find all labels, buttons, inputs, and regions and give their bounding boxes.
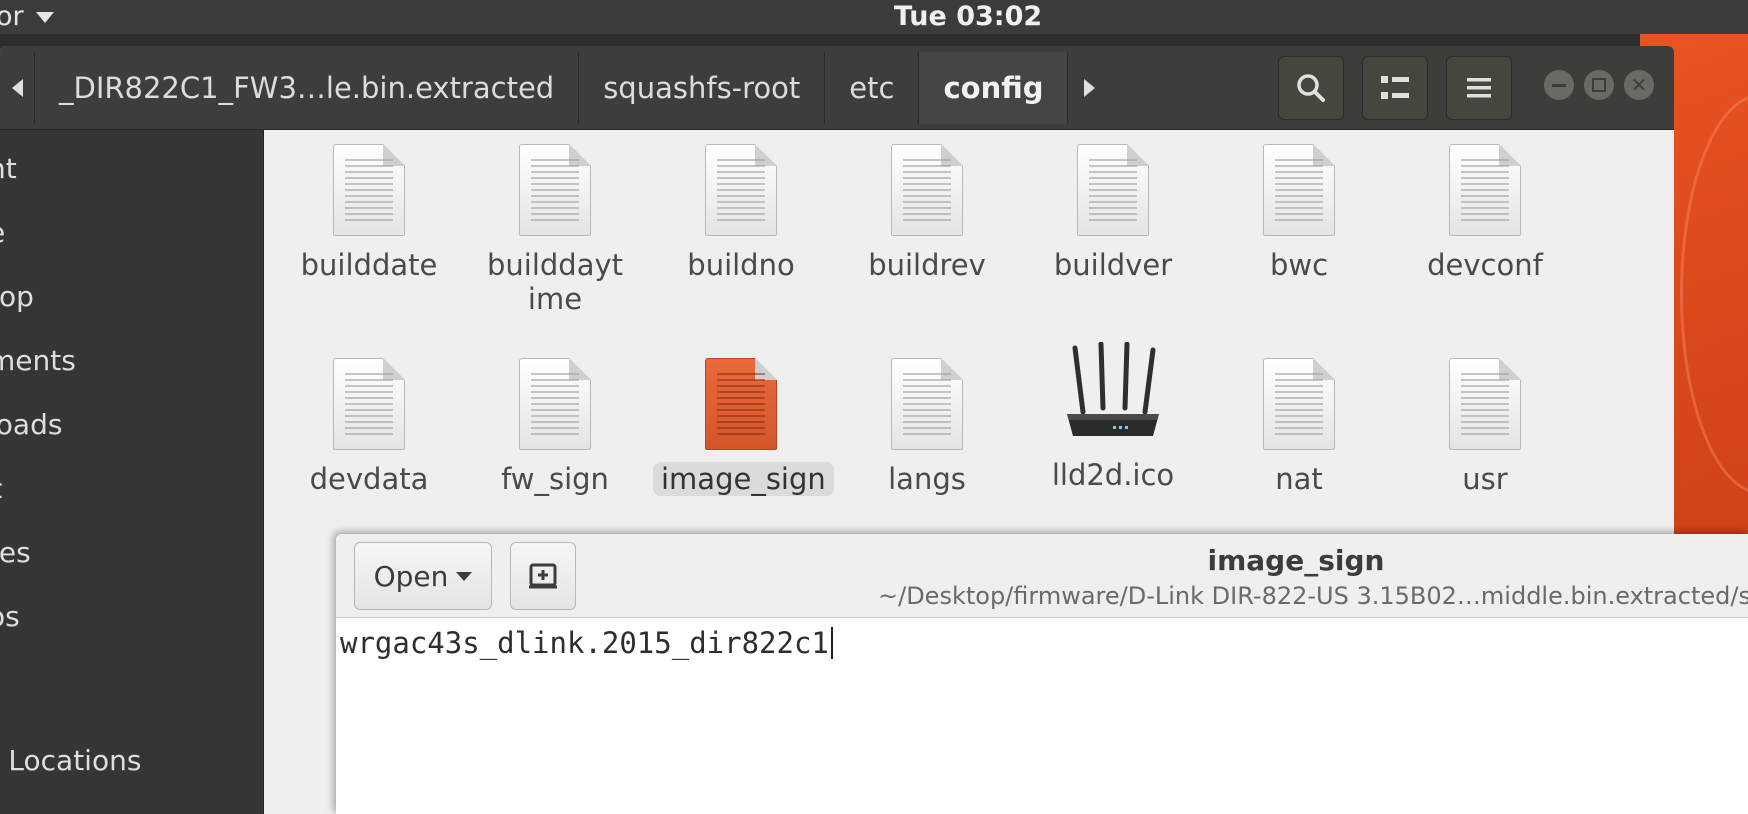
editor-text-area[interactable]: wrgac43s_dlink.2015_dir822c1 (336, 618, 1748, 814)
text-file-icon-orange (705, 358, 777, 450)
file-item-devconf[interactable]: devconf (1397, 144, 1573, 282)
text-file-icon (1263, 358, 1335, 450)
breadcrumb-back-button[interactable] (0, 52, 34, 124)
sidebar: nt e top ments loads c res os r Location… (0, 130, 264, 814)
editor-content-text: wrgac43s_dlink.2015_dir822c1 (340, 626, 829, 660)
breadcrumb-etc[interactable]: etc (824, 52, 918, 124)
file-item-buildver[interactable]: buildver (1025, 144, 1201, 282)
sidebar-item-downloads[interactable]: loads (0, 408, 62, 441)
text-file-icon (333, 358, 405, 450)
chevron-right-icon (1084, 79, 1096, 97)
minimize-icon (1552, 83, 1566, 87)
app-menu-label: or (0, 1, 24, 32)
text-editor-window: Open image_sign ~/Desktop/firmware/D-Lin… (336, 534, 1748, 814)
file-name: devconf (1427, 248, 1543, 282)
file-item-buildrev[interactable]: buildrev (839, 144, 1015, 282)
menu-button[interactable] (1446, 56, 1512, 120)
file-item-lld2d-ico[interactable]: lld2d.ico (1025, 342, 1201, 492)
maximize-icon (1592, 78, 1606, 92)
hamburger-icon (1467, 78, 1491, 98)
text-file-icon (891, 358, 963, 450)
sidebar-item-music[interactable]: c (0, 472, 3, 505)
editor-content[interactable]: wrgac43s_dlink.2015_dir822c1 (340, 626, 833, 660)
file-name: buildver (1053, 248, 1173, 282)
text-file-icon (705, 144, 777, 236)
sidebar-item-desktop[interactable]: top (0, 280, 34, 313)
text-file-icon (333, 144, 405, 236)
text-file-icon (1077, 144, 1149, 236)
close-icon: ✕ (1630, 73, 1648, 97)
sidebar-item-pictures[interactable]: res (0, 536, 31, 569)
editor-title: image_sign (1207, 544, 1385, 577)
file-name: buildrev (868, 248, 986, 282)
text-file-icon (1449, 358, 1521, 450)
breadcrumb: _DIR822C1_FW3…le.bin.extracted squashfs-… (0, 52, 1111, 124)
new-document-icon (529, 563, 557, 589)
close-button[interactable]: ✕ (1624, 70, 1654, 100)
open-button-label: Open (373, 559, 449, 593)
file-name: nat (1275, 462, 1323, 496)
top-bar: or Tue 03:02 (0, 0, 1748, 34)
search-icon (1297, 74, 1325, 102)
text-file-icon (1263, 144, 1335, 236)
router-icon (1067, 342, 1159, 436)
view-toggle-button[interactable] (1362, 56, 1428, 120)
file-name: builddate (300, 248, 438, 282)
file-item-devdata[interactable]: devdata (281, 358, 457, 496)
breadcrumb-forward-button[interactable] (1067, 52, 1111, 124)
file-name: devdata (309, 462, 429, 496)
file-item-image-sign[interactable]: image_sign (653, 358, 834, 496)
breadcrumb-extracted[interactable]: _DIR822C1_FW3…le.bin.extracted (34, 52, 578, 124)
file-name: fw_sign (501, 462, 609, 496)
text-file-icon (519, 358, 591, 450)
sidebar-item-documents[interactable]: ments (0, 344, 76, 377)
new-document-button[interactable] (510, 542, 576, 610)
file-item-usr[interactable]: usr (1397, 358, 1573, 496)
list-view-icon (1381, 76, 1409, 99)
file-item-builddate[interactable]: builddate (281, 144, 457, 282)
maximize-button[interactable] (1584, 70, 1614, 100)
file-name: bwc (1269, 248, 1329, 282)
sidebar-item-other-locations[interactable]: r Locations (0, 744, 141, 777)
file-item-fw-sign[interactable]: fw_sign (467, 358, 643, 496)
text-file-icon (519, 144, 591, 236)
text-file-icon (891, 144, 963, 236)
sidebar-item-recent[interactable]: nt (0, 152, 17, 185)
sidebar-item-videos[interactable]: os (0, 600, 20, 633)
sidebar-item-home[interactable]: e (0, 216, 5, 249)
open-button[interactable]: Open (354, 542, 492, 610)
minimize-button[interactable] (1544, 70, 1574, 100)
breadcrumb-squashfs-root[interactable]: squashfs-root (578, 52, 824, 124)
editor-header: Open image_sign ~/Desktop/firmware/D-Lin… (336, 534, 1748, 618)
file-name: lld2d.ico (1051, 458, 1175, 492)
file-item-buildno[interactable]: buildno (653, 144, 829, 282)
file-item-langs[interactable]: langs (839, 358, 1015, 496)
chevron-down-icon (35, 12, 54, 23)
chevron-left-icon (11, 79, 23, 97)
file-manager-header: _DIR822C1_FW3…le.bin.extracted squashfs-… (0, 46, 1674, 130)
app-menu[interactable]: or (0, 1, 54, 32)
text-file-icon (1449, 144, 1521, 236)
file-item-builddaytime[interactable]: builddaytime (467, 144, 643, 316)
chevron-down-icon (456, 571, 473, 581)
search-button[interactable] (1278, 56, 1344, 120)
file-name: builddaytime (486, 248, 624, 316)
file-name: buildno (687, 248, 795, 282)
text-cursor (830, 627, 833, 659)
file-item-bwc[interactable]: bwc (1211, 144, 1387, 282)
file-name: usr (1462, 462, 1508, 496)
file-name: langs (888, 462, 966, 496)
file-item-nat[interactable]: nat (1211, 358, 1387, 496)
clock[interactable]: Tue 03:02 (94, 1, 1748, 32)
editor-path: ~/Desktop/firmware/D-Link DIR-822-US 3.1… (878, 582, 1748, 610)
breadcrumb-config[interactable]: config (918, 52, 1068, 124)
file-name: image_sign (653, 462, 834, 496)
